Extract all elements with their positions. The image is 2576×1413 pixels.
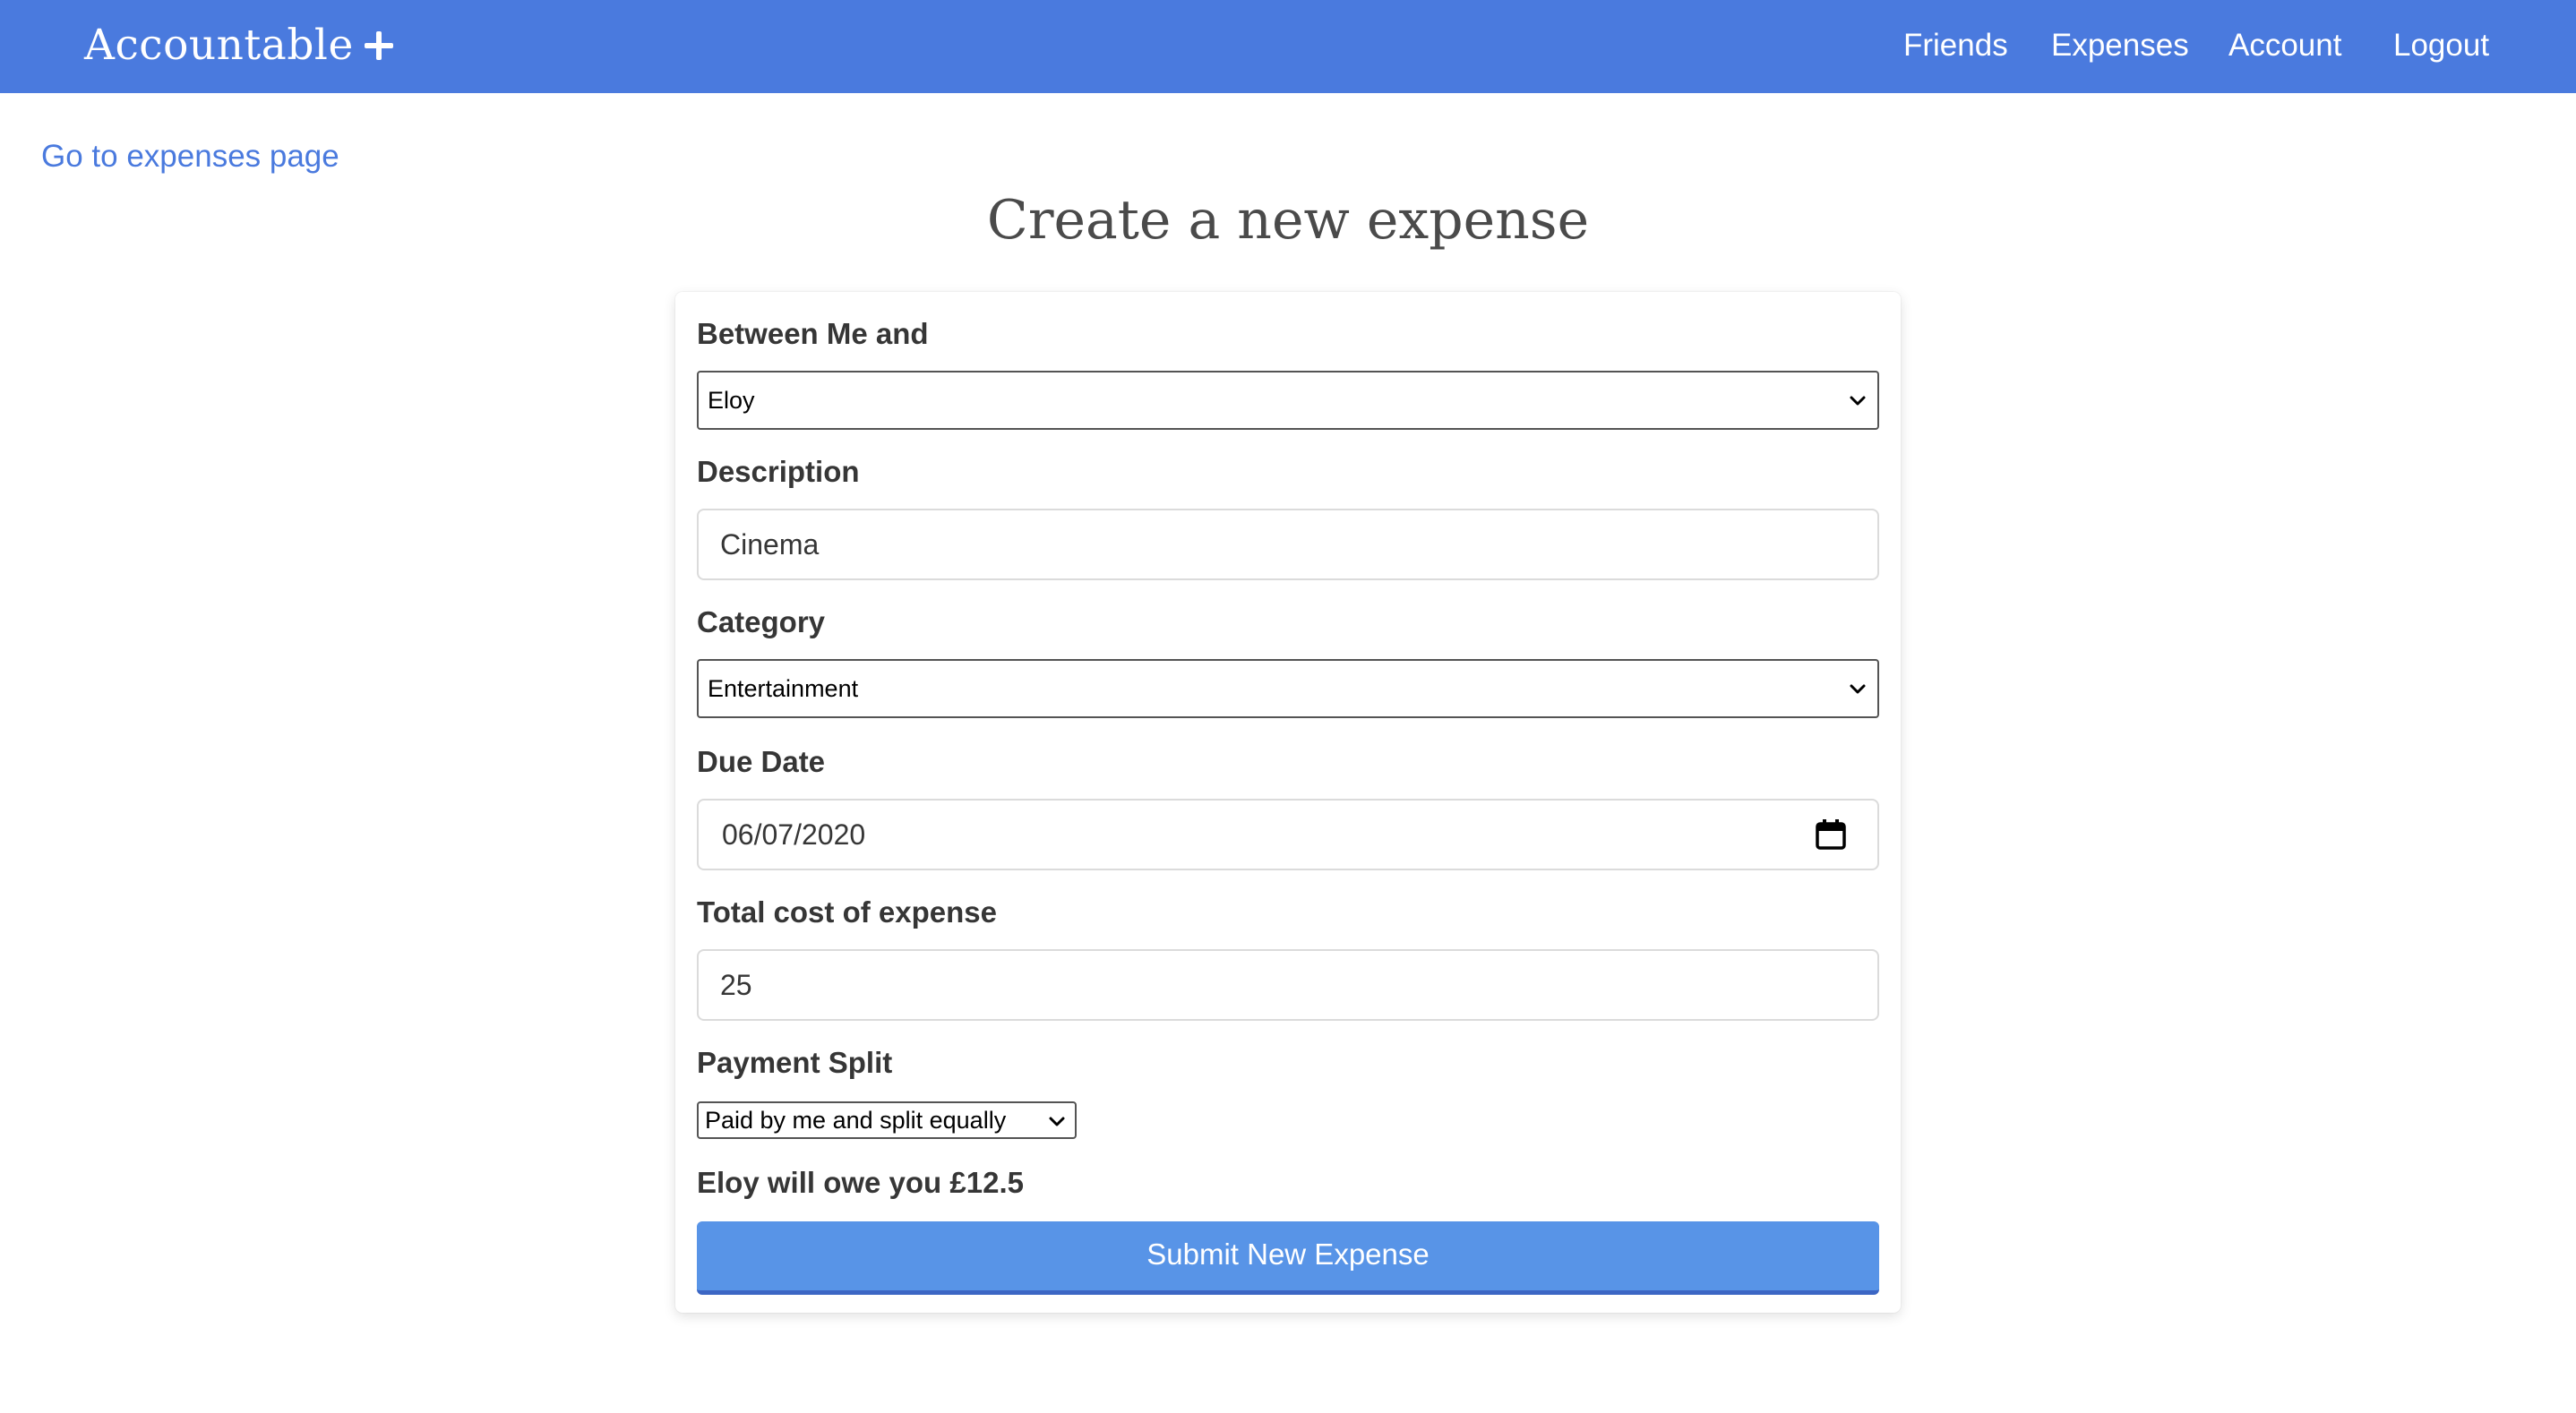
top-navbar: Accountable Friends Expenses Account Log… xyxy=(0,0,2576,93)
nav-link-friends[interactable]: Friends xyxy=(1903,23,2008,68)
go-to-expenses-link[interactable]: Go to expenses page xyxy=(41,134,339,179)
payment-split-select-value: Paid by me and split equally xyxy=(705,1107,1007,1134)
category-select-value: Entertainment xyxy=(708,675,859,702)
description-input[interactable]: Cinema xyxy=(697,509,1879,580)
due-date-input-value: 06/07/2020 xyxy=(722,818,866,851)
nav-link-expenses[interactable]: Expenses xyxy=(2051,23,2189,68)
payment-split-select[interactable]: Paid by me and split equally xyxy=(697,1101,1077,1139)
expense-form-card: Between Me and Eloy Description Cinema C… xyxy=(675,292,1901,1313)
category-select[interactable]: Entertainment xyxy=(697,659,1879,718)
plus-icon[interactable] xyxy=(362,29,396,63)
friend-select[interactable]: Eloy xyxy=(697,371,1879,430)
total-cost-input-value: 25 xyxy=(720,969,752,1001)
chevron-down-icon xyxy=(1849,392,1867,410)
chevron-down-icon xyxy=(1849,681,1867,698)
calendar-icon[interactable] xyxy=(1815,818,1847,851)
due-date-label: Due Date xyxy=(697,745,826,778)
nav-link-account[interactable]: Account xyxy=(2228,23,2341,68)
chevron-down-icon xyxy=(1048,1113,1066,1131)
brand-logo[interactable]: Accountable xyxy=(84,16,354,75)
due-date-input[interactable]: 06/07/2020 xyxy=(697,799,1879,870)
friend-select-value: Eloy xyxy=(708,387,755,414)
submit-expense-button[interactable]: Submit New Expense xyxy=(697,1221,1879,1295)
nav-link-logout[interactable]: Logout xyxy=(2393,23,2489,68)
description-label: Description xyxy=(697,455,860,488)
payment-split-label: Payment Split xyxy=(697,1046,893,1079)
category-label: Category xyxy=(697,605,826,638)
total-cost-input[interactable]: 25 xyxy=(697,949,1879,1021)
page-title: Create a new expense xyxy=(986,189,1590,252)
total-cost-label: Total cost of expense xyxy=(697,895,997,929)
owe-summary: Eloy will owe you £12.5 xyxy=(697,1166,1024,1199)
between-label: Between Me and xyxy=(697,317,929,350)
description-input-value: Cinema xyxy=(720,528,820,561)
